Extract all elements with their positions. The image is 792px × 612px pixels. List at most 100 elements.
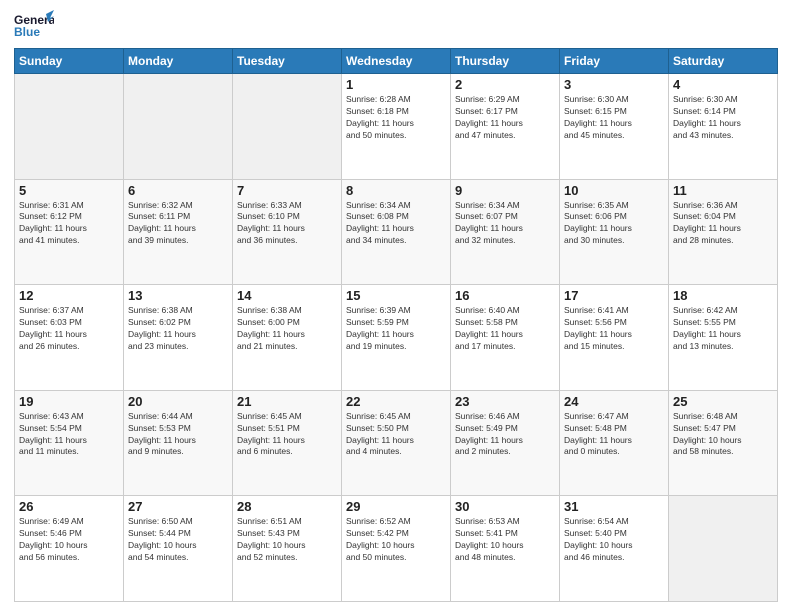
day-info: Sunrise: 6:30 AMSunset: 6:15 PMDaylight:… — [564, 94, 664, 142]
calendar-cell — [124, 74, 233, 180]
weekday-header-wednesday: Wednesday — [342, 49, 451, 74]
page: General Blue SundayMondayTuesdayWednesda… — [0, 0, 792, 612]
calendar-cell: 15 Sunrise: 6:39 AMSunset: 5:59 PMDayligh… — [342, 285, 451, 391]
day-info: Sunrise: 6:45 AMSunset: 5:51 PMDaylight:… — [237, 411, 337, 459]
calendar-cell: 23 Sunrise: 6:46 AMSunset: 5:49 PMDayligh… — [451, 390, 560, 496]
day-info: Sunrise: 6:51 AMSunset: 5:43 PMDaylight:… — [237, 516, 337, 564]
calendar-cell: 20Sunrise: 6:44 AMSunset: 5:53 PMDayligh… — [124, 390, 233, 496]
day-number: 23 — [455, 394, 555, 409]
day-info: Sunrise: 6:45 AMSunset: 5:50 PMDaylight:… — [346, 411, 446, 459]
day-info: Sunrise: 6:41 AMSunset: 5:56 PMDaylight:… — [564, 305, 664, 353]
day-info: Sunrise: 6:31 AMSunset: 6:12 PMDaylight:… — [19, 200, 119, 248]
week-row-3: 12 Sunrise: 6:37 AMSunset: 6:03 PMDayligh… — [15, 285, 778, 391]
calendar-cell: 16Sunrise: 6:40 AMSunset: 5:58 PMDayligh… — [451, 285, 560, 391]
day-info: Sunrise: 6:28 AMSunset: 6:18 PMDaylight:… — [346, 94, 446, 142]
calendar-cell: 10Sunrise: 6:35 AMSunset: 6:06 PMDayligh… — [560, 179, 669, 285]
calendar-cell: 8 Sunrise: 6:34 AMSunset: 6:08 PMDaylight… — [342, 179, 451, 285]
day-info: Sunrise: 6:29 AMSunset: 6:17 PMDaylight:… — [455, 94, 555, 142]
day-info: Sunrise: 6:53 AMSunset: 5:41 PMDaylight:… — [455, 516, 555, 564]
calendar-cell: 1 Sunrise: 6:28 AMSunset: 6:18 PMDaylight… — [342, 74, 451, 180]
calendar-cell: 5Sunrise: 6:31 AMSunset: 6:12 PMDaylight… — [15, 179, 124, 285]
day-number: 30 — [455, 499, 555, 514]
calendar-cell: 31Sunrise: 6:54 AMSunset: 5:40 PMDayligh… — [560, 496, 669, 602]
day-info: Sunrise: 6:43 AMSunset: 5:54 PMDaylight:… — [19, 411, 119, 459]
day-info: Sunrise: 6:39 AMSunset: 5:59 PMDaylight:… — [346, 305, 446, 353]
day-info: Sunrise: 6:37 AMSunset: 6:03 PMDaylight:… — [19, 305, 119, 353]
day-number: 15 — [346, 288, 446, 303]
header: General Blue — [14, 10, 778, 42]
day-info: Sunrise: 6:34 AMSunset: 6:08 PMDaylight:… — [346, 200, 446, 248]
day-info: Sunrise: 6:46 AMSunset: 5:49 PMDaylight:… — [455, 411, 555, 459]
week-row-5: 26 Sunrise: 6:49 AMSunset: 5:46 PMDayligh… — [15, 496, 778, 602]
day-info: Sunrise: 6:42 AMSunset: 5:55 PMDaylight:… — [673, 305, 773, 353]
day-info: Sunrise: 6:47 AMSunset: 5:48 PMDaylight:… — [564, 411, 664, 459]
day-info: Sunrise: 6:40 AMSunset: 5:58 PMDaylight:… — [455, 305, 555, 353]
week-row-2: 5Sunrise: 6:31 AMSunset: 6:12 PMDaylight… — [15, 179, 778, 285]
day-info: Sunrise: 6:44 AMSunset: 5:53 PMDaylight:… — [128, 411, 228, 459]
calendar-cell: 7 Sunrise: 6:33 AMSunset: 6:10 PMDaylight… — [233, 179, 342, 285]
calendar-cell: 28 Sunrise: 6:51 AMSunset: 5:43 PMDayligh… — [233, 496, 342, 602]
calendar-cell — [233, 74, 342, 180]
weekday-header-tuesday: Tuesday — [233, 49, 342, 74]
day-number: 18 — [673, 288, 773, 303]
calendar-cell — [15, 74, 124, 180]
day-info: Sunrise: 6:35 AMSunset: 6:06 PMDaylight:… — [564, 200, 664, 248]
day-info: Sunrise: 6:48 AMSunset: 5:47 PMDaylight:… — [673, 411, 773, 459]
weekday-header-thursday: Thursday — [451, 49, 560, 74]
day-number: 4 — [673, 77, 773, 92]
day-number: 13 — [128, 288, 228, 303]
logo: General Blue — [14, 10, 54, 42]
weekday-header-sunday: Sunday — [15, 49, 124, 74]
day-info: Sunrise: 6:34 AMSunset: 6:07 PMDaylight:… — [455, 200, 555, 248]
logo-icon: General Blue — [14, 10, 54, 42]
day-number: 27 — [128, 499, 228, 514]
day-info: Sunrise: 6:52 AMSunset: 5:42 PMDaylight:… — [346, 516, 446, 564]
calendar-cell: 30 Sunrise: 6:53 AMSunset: 5:41 PMDayligh… — [451, 496, 560, 602]
weekday-row: SundayMondayTuesdayWednesdayThursdayFrid… — [15, 49, 778, 74]
day-number: 21 — [237, 394, 337, 409]
calendar-cell — [669, 496, 778, 602]
day-number: 12 — [19, 288, 119, 303]
day-info: Sunrise: 6:30 AMSunset: 6:14 PMDaylight:… — [673, 94, 773, 142]
calendar-cell: 2Sunrise: 6:29 AMSunset: 6:17 PMDaylight… — [451, 74, 560, 180]
svg-text:Blue: Blue — [14, 25, 40, 39]
calendar-cell: 9 Sunrise: 6:34 AMSunset: 6:07 PMDaylight… — [451, 179, 560, 285]
calendar-cell: 29 Sunrise: 6:52 AMSunset: 5:42 PMDayligh… — [342, 496, 451, 602]
day-info: Sunrise: 6:38 AMSunset: 6:00 PMDaylight:… — [237, 305, 337, 353]
calendar-cell: 17 Sunrise: 6:41 AMSunset: 5:56 PMDayligh… — [560, 285, 669, 391]
calendar-body: 1 Sunrise: 6:28 AMSunset: 6:18 PMDaylight… — [15, 74, 778, 602]
weekday-header-saturday: Saturday — [669, 49, 778, 74]
day-number: 6 — [128, 183, 228, 198]
calendar-cell: 22 Sunrise: 6:45 AMSunset: 5:50 PMDayligh… — [342, 390, 451, 496]
day-info: Sunrise: 6:33 AMSunset: 6:10 PMDaylight:… — [237, 200, 337, 248]
weekday-header-friday: Friday — [560, 49, 669, 74]
calendar-cell: 24 Sunrise: 6:47 AMSunset: 5:48 PMDayligh… — [560, 390, 669, 496]
day-info: Sunrise: 6:50 AMSunset: 5:44 PMDaylight:… — [128, 516, 228, 564]
week-row-4: 19 Sunrise: 6:43 AMSunset: 5:54 PMDayligh… — [15, 390, 778, 496]
day-info: Sunrise: 6:49 AMSunset: 5:46 PMDaylight:… — [19, 516, 119, 564]
day-number: 22 — [346, 394, 446, 409]
day-info: Sunrise: 6:36 AMSunset: 6:04 PMDaylight:… — [673, 200, 773, 248]
day-info: Sunrise: 6:32 AMSunset: 6:11 PMDaylight:… — [128, 200, 228, 248]
day-number: 24 — [564, 394, 664, 409]
day-number: 28 — [237, 499, 337, 514]
day-number: 19 — [19, 394, 119, 409]
calendar-cell: 11Sunrise: 6:36 AMSunset: 6:04 PMDayligh… — [669, 179, 778, 285]
calendar-cell: 25 Sunrise: 6:48 AMSunset: 5:47 PMDayligh… — [669, 390, 778, 496]
calendar: SundayMondayTuesdayWednesdayThursdayFrid… — [14, 48, 778, 602]
week-row-1: 1 Sunrise: 6:28 AMSunset: 6:18 PMDaylight… — [15, 74, 778, 180]
day-number: 14 — [237, 288, 337, 303]
day-number: 17 — [564, 288, 664, 303]
day-number: 26 — [19, 499, 119, 514]
day-number: 7 — [237, 183, 337, 198]
calendar-header: SundayMondayTuesdayWednesdayThursdayFrid… — [15, 49, 778, 74]
calendar-cell: 12 Sunrise: 6:37 AMSunset: 6:03 PMDayligh… — [15, 285, 124, 391]
calendar-cell: 3 Sunrise: 6:30 AMSunset: 6:15 PMDaylight… — [560, 74, 669, 180]
day-number: 1 — [346, 77, 446, 92]
day-number: 9 — [455, 183, 555, 198]
day-number: 8 — [346, 183, 446, 198]
day-number: 3 — [564, 77, 664, 92]
day-number: 25 — [673, 394, 773, 409]
calendar-cell: 18 Sunrise: 6:42 AMSunset: 5:55 PMDayligh… — [669, 285, 778, 391]
day-number: 29 — [346, 499, 446, 514]
